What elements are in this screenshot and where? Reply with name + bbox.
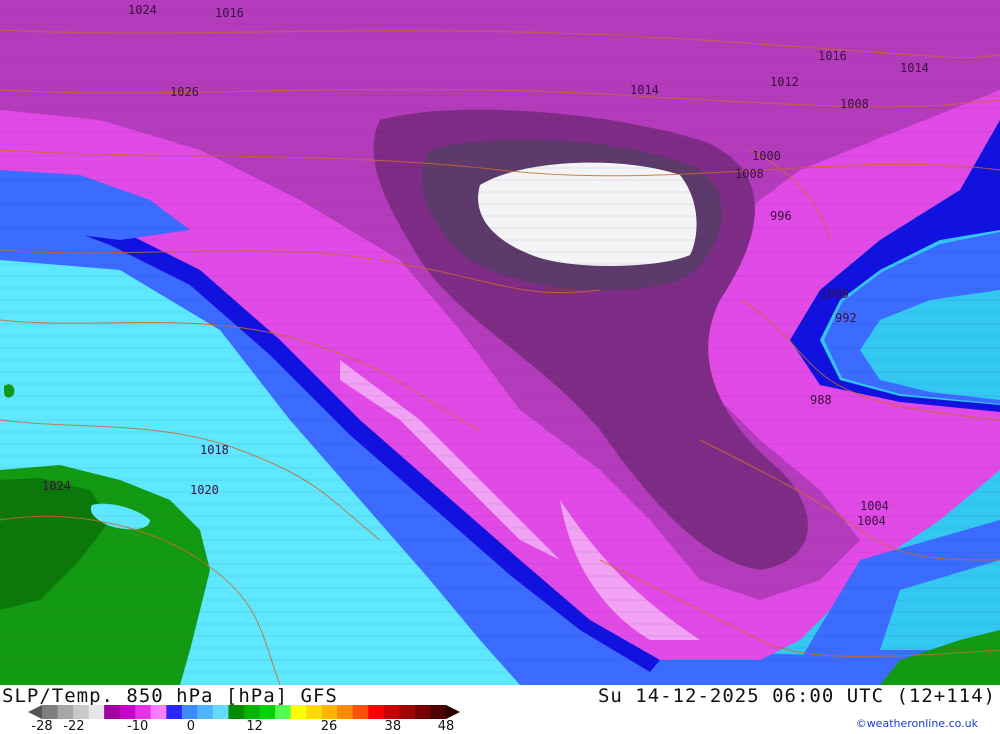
pressure-label: 1008 — [735, 167, 764, 181]
legend-swatch — [259, 705, 276, 719]
legend-swatch — [104, 705, 121, 719]
pressure-label: 992 — [835, 311, 857, 325]
pressure-label: 1020 — [190, 483, 219, 497]
legend-tick-label: -28 — [31, 719, 53, 734]
legend-swatch — [135, 705, 152, 719]
legend-swatch — [119, 705, 136, 719]
legend-swatch — [181, 705, 198, 719]
map-title: SLP/Temp. 850 hPa [hPa] GFS — [2, 685, 338, 707]
legend-swatch — [306, 705, 323, 719]
legend-swatch — [244, 705, 261, 719]
legend-swatch — [88, 705, 105, 719]
legend-swatch — [337, 705, 354, 719]
pressure-label: 1000 — [820, 287, 849, 301]
legend-arrow-right — [446, 705, 460, 719]
legend-swatch — [57, 705, 74, 719]
pressure-label: 1008 — [840, 97, 869, 111]
pressure-label: 1000 — [752, 149, 781, 163]
legend-tick-label: 48 — [437, 719, 455, 734]
legend-swatch — [197, 705, 214, 719]
legend-swatch — [430, 705, 447, 719]
legend-swatch — [399, 705, 416, 719]
legend-swatch — [42, 705, 59, 719]
legend-tick-label: 12 — [246, 719, 263, 734]
map-timestamp: Su 14-12-2025 06:00 UTC (12+114) — [597, 685, 996, 707]
legend-swatch — [150, 705, 167, 719]
pressure-label: 1024 — [128, 3, 157, 17]
legend-tick-label: -22 — [63, 719, 85, 734]
weather-map: 1026 1024 1024 1020 1018 1016 1016 1014 … — [0, 0, 1000, 685]
legend-swatch — [228, 705, 245, 719]
legend-tick-label: 38 — [384, 719, 402, 734]
legend-swatch — [368, 705, 385, 719]
legend-swatch — [275, 705, 292, 719]
pressure-label: 1014 — [630, 83, 659, 97]
legend-tick-label: -10 — [127, 719, 149, 734]
legend-swatch — [321, 705, 338, 719]
legend-tick-label: 0 — [186, 719, 195, 734]
pressure-label: 1024 — [42, 479, 71, 493]
legend-swatch — [290, 705, 307, 719]
pressure-label: 1026 — [170, 85, 199, 99]
map-footer: SLP/Temp. 850 hPa [hPa] GFS Su 14-12-202… — [0, 685, 1000, 734]
legend-swatch — [383, 705, 400, 719]
legend-swatch — [166, 705, 183, 719]
legend-swatch — [352, 705, 369, 719]
pressure-label: 1012 — [770, 75, 799, 89]
pressure-label: 1004 — [857, 514, 886, 528]
legend-swatch — [73, 705, 90, 719]
pressure-label: 1018 — [200, 443, 229, 457]
legend-arrow-left — [28, 705, 42, 719]
pressure-label: 996 — [770, 209, 792, 223]
pressure-label: 1014 — [900, 61, 929, 75]
pressure-label: 1004 — [860, 499, 889, 513]
legend-swatch — [414, 705, 431, 719]
legend-swatch — [212, 705, 229, 719]
pressure-label: 988 — [810, 393, 832, 407]
color-legend-bar — [28, 705, 460, 719]
pressure-label: 1016 — [818, 49, 847, 63]
site-credit: ©weatheronline.co.uk — [855, 717, 978, 730]
pressure-label: 1016 — [215, 6, 244, 20]
legend-tick-label: 26 — [320, 719, 338, 734]
